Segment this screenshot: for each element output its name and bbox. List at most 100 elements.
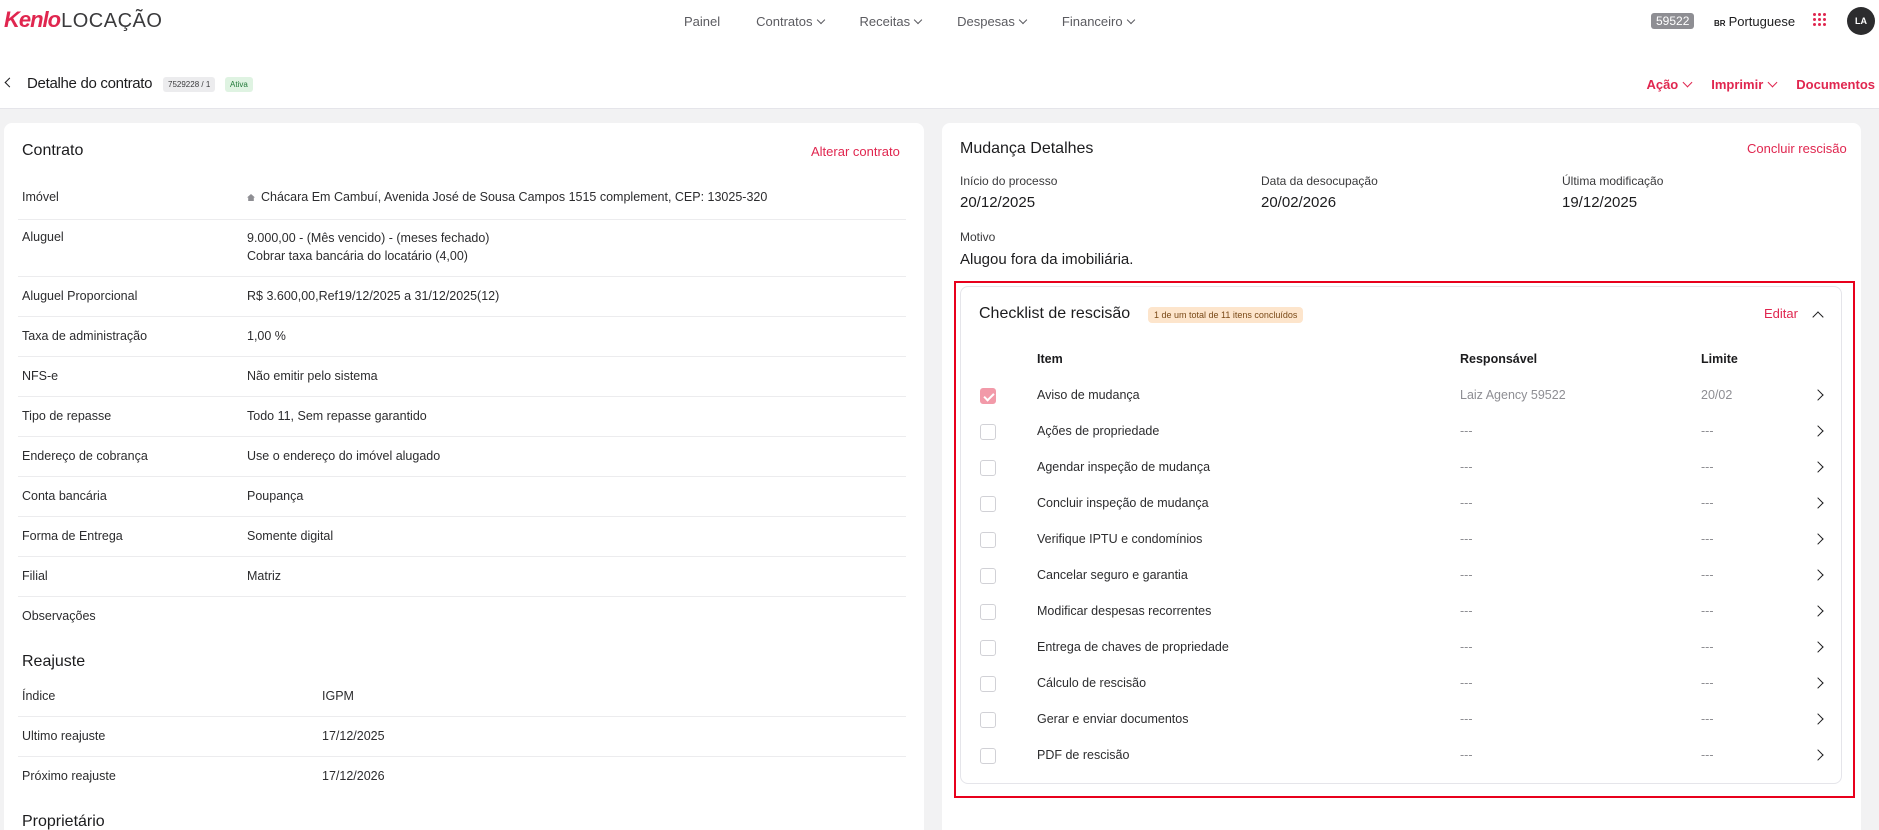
item-limite: --- xyxy=(1701,604,1714,618)
checkbox-icon[interactable] xyxy=(980,712,996,728)
chevron-right-icon[interactable] xyxy=(1812,461,1824,473)
chevron-right-icon[interactable] xyxy=(1812,389,1824,401)
row-value: Poupança xyxy=(247,489,304,503)
checklist-edit-link[interactable]: Editar xyxy=(1764,306,1798,321)
checklist-row[interactable]: Ações de propriedade --- --- xyxy=(980,414,1824,450)
house-icon xyxy=(247,194,255,201)
row-label: Ultimo reajuste xyxy=(22,729,106,743)
logo-main-text: Kenlo xyxy=(4,7,61,32)
checkbox-icon[interactable] xyxy=(980,604,996,620)
row-value: Chácara Em Cambuí, Avenida José de Sousa… xyxy=(247,188,767,206)
language-selector[interactable]: BR Portuguese xyxy=(1714,14,1795,29)
item-label: Modificar despesas recorrentes xyxy=(1037,604,1212,618)
contract-row-conta-bancaria: Conta bancária Poupança xyxy=(18,477,906,517)
item-limite: --- xyxy=(1701,712,1714,726)
nav-item-financeiro[interactable]: Financeiro xyxy=(1061,13,1135,29)
alterar-contrato-link[interactable]: Alterar contrato xyxy=(811,144,900,159)
item-responsavel: --- xyxy=(1460,748,1473,762)
documentos-link[interactable]: Documentos xyxy=(1796,77,1875,92)
nav-item-contratos[interactable]: Contratos xyxy=(756,14,825,29)
row-value: 17/12/2026 xyxy=(322,769,385,783)
chevron-right-icon[interactable] xyxy=(1812,605,1824,617)
checkbox-icon[interactable] xyxy=(980,460,996,476)
motivo-value: Alugou fora da imobiliária. xyxy=(960,251,1134,268)
data-desocupacao-label: Data da desocupação xyxy=(1261,174,1378,188)
inicio-processo-label: Início do processo xyxy=(960,174,1058,188)
contract-row-taxa-administracao: Taxa de administração 1,00 % xyxy=(18,317,906,357)
row-label: Forma de Entrega xyxy=(22,529,123,543)
chevron-down-icon xyxy=(913,15,923,24)
apps-grid-icon[interactable] xyxy=(1813,13,1827,27)
row-value: 17/12/2025 xyxy=(322,729,385,743)
row-label: Aluguel xyxy=(22,230,64,244)
nav-label: Painel xyxy=(684,13,721,29)
item-label: Verifique IPTU e condomínios xyxy=(1037,532,1203,546)
imovel-address: Chácara Em Cambuí, Avenida José de Sousa… xyxy=(261,190,768,204)
item-limite: --- xyxy=(1701,568,1714,582)
checkbox-icon[interactable] xyxy=(980,496,996,512)
chevron-right-icon[interactable] xyxy=(1812,425,1824,437)
back-chevron-icon[interactable] xyxy=(4,77,15,88)
checklist-row[interactable]: Entrega de chaves de propriedade --- --- xyxy=(980,630,1824,666)
row-value: Use o endereço do imóvel alugado xyxy=(247,449,441,463)
nav-label: Financeiro xyxy=(1061,13,1123,29)
checkbox-icon[interactable] xyxy=(980,424,996,440)
item-label: Agendar inspeção de mudança xyxy=(1037,460,1211,474)
contract-row-filial: Filial Matriz xyxy=(18,557,906,597)
checklist-row[interactable]: Verifique IPTU e condomínios --- --- xyxy=(980,522,1824,558)
imprimir-dropdown[interactable]: Imprimir xyxy=(1711,77,1778,92)
item-label: Entrega de chaves de propriedade xyxy=(1037,640,1229,654)
checkbox-icon[interactable] xyxy=(980,388,996,404)
nav-item-despesas[interactable]: Despesas xyxy=(957,14,1028,29)
checklist-row[interactable]: Concluir inspeção de mudança --- --- xyxy=(980,486,1824,522)
aluguel-value: 9.000,00 - (Mês vencido) - (meses fechad… xyxy=(247,231,490,245)
nav-item-receitas[interactable]: Receitas xyxy=(860,14,923,29)
checkbox-icon[interactable] xyxy=(980,676,996,692)
reajuste-row-proximo: Próximo reajuste 17/12/2026 xyxy=(18,757,906,797)
contract-title: Contrato xyxy=(22,142,84,159)
chevron-right-icon[interactable] xyxy=(1812,569,1824,581)
item-label: Ações de propriedade xyxy=(1037,424,1160,438)
checkbox-icon[interactable] xyxy=(980,748,996,764)
kenlo-logo[interactable]: Kenlo LOCAÇÃO xyxy=(4,7,162,33)
ultima-modificacao-value: 19/12/2025 xyxy=(1562,194,1638,211)
proprietario-title: Proprietário xyxy=(22,813,105,830)
item-label: Aviso de mudança xyxy=(1037,388,1140,402)
checklist-row[interactable]: PDF de rescisão --- --- xyxy=(980,738,1824,774)
checkbox-icon[interactable] xyxy=(980,532,996,548)
row-value: Matriz xyxy=(247,569,282,583)
item-limite: --- xyxy=(1701,424,1714,438)
chevron-down-icon xyxy=(816,15,825,24)
action-label: Ação xyxy=(1646,77,1679,92)
item-responsavel: --- xyxy=(1460,712,1473,726)
chevron-right-icon[interactable] xyxy=(1812,533,1824,545)
checklist-row[interactable]: Modificar despesas recorrentes --- --- xyxy=(980,594,1824,630)
next-card xyxy=(942,820,1861,830)
checklist-row[interactable]: Agendar inspeção de mudança --- --- xyxy=(980,450,1824,486)
row-value: IGPM xyxy=(322,689,354,703)
row-label: NFS-e xyxy=(22,369,59,383)
checklist-row[interactable]: Cancelar seguro e garantia --- --- xyxy=(980,558,1824,594)
row-value: R$ 3.600,00,Ref19/12/2025 a 31/12/2025(1… xyxy=(247,289,500,303)
row-label: Próximo reajuste xyxy=(22,769,116,783)
chevron-right-icon[interactable] xyxy=(1812,641,1824,653)
checkbox-icon[interactable] xyxy=(980,568,996,584)
acao-dropdown[interactable]: Ação xyxy=(1646,77,1693,92)
item-responsavel: --- xyxy=(1460,424,1473,438)
row-label: Tipo de repasse xyxy=(22,409,112,423)
checklist-row[interactable]: Aviso de mudança Laiz Agency 59522 20/02 xyxy=(980,378,1824,414)
chevron-right-icon[interactable] xyxy=(1812,749,1824,761)
avatar[interactable]: LA xyxy=(1847,7,1875,35)
concluir-rescisao-link[interactable]: Concluir rescisão xyxy=(1747,141,1847,156)
page-title: Detalhe do contrato xyxy=(27,75,153,92)
checklist-row[interactable]: Cálculo de rescisão --- --- xyxy=(980,666,1824,702)
row-value: 1,00 % xyxy=(247,329,286,343)
chevron-right-icon[interactable] xyxy=(1812,713,1824,725)
chevron-right-icon[interactable] xyxy=(1812,677,1824,689)
checklist-row[interactable]: Gerar e enviar documentos --- --- xyxy=(980,702,1824,738)
checkbox-icon[interactable] xyxy=(980,640,996,656)
chevron-down-icon xyxy=(1126,15,1135,24)
item-responsavel: --- xyxy=(1460,496,1473,510)
chevron-right-icon[interactable] xyxy=(1812,497,1824,509)
nav-item-painel[interactable]: Painel xyxy=(684,14,720,29)
